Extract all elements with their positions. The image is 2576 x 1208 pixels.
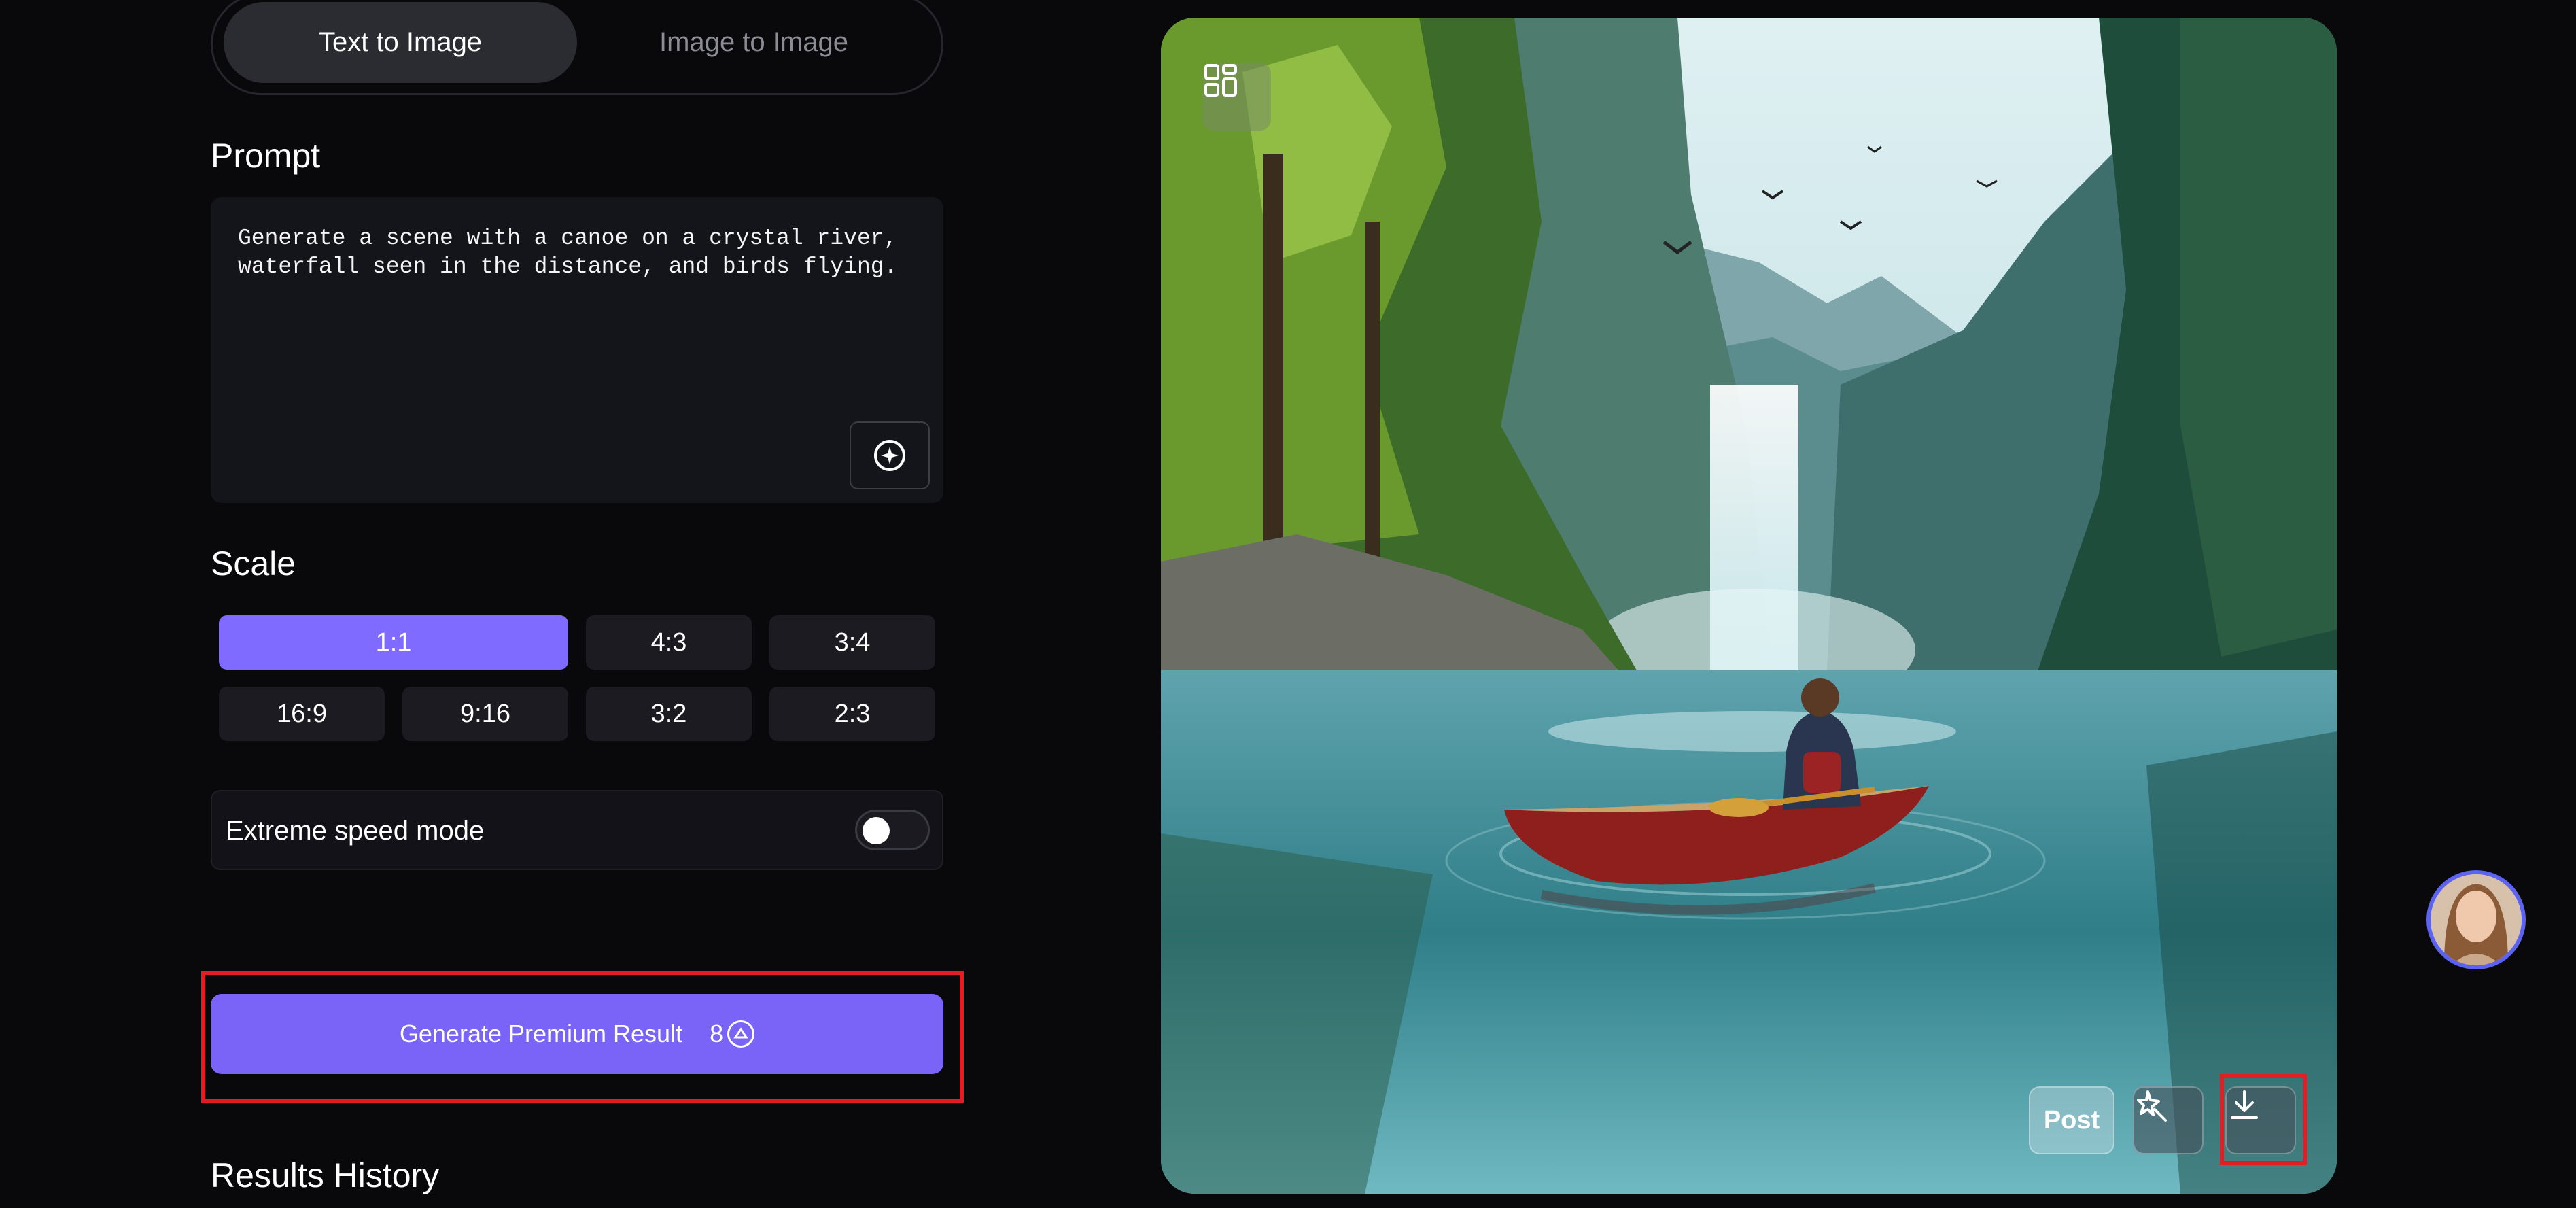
speed-mode-row: Extreme speed mode <box>211 790 943 870</box>
magic-wand-icon <box>2137 1090 2167 1122</box>
prompt-label: Prompt <box>211 137 321 175</box>
generate-premium-button[interactable]: Generate Premium Result 8 <box>211 994 943 1074</box>
scale-option-4-3[interactable]: 4:3 <box>586 615 752 670</box>
scale-option-3-2[interactable]: 3:2 <box>586 687 752 741</box>
scale-option-16-9[interactable]: 16:9 <box>219 687 385 741</box>
enhance-image-button[interactable] <box>2133 1086 2204 1154</box>
credit-coin-icon <box>727 1020 755 1048</box>
prompt-input[interactable]: Generate a scene with a canoe on a cryst… <box>211 197 943 503</box>
enhance-prompt-button[interactable] <box>850 421 930 489</box>
speed-mode-toggle[interactable] <box>855 810 930 850</box>
toggle-knob <box>863 817 890 844</box>
mode-tabs: Text to Image Image to Image <box>211 0 943 95</box>
avatar-portrait <box>2431 874 2522 965</box>
scale-label: Scale <box>211 545 296 583</box>
layout-toggle-button[interactable] <box>1203 63 1271 131</box>
avatar[interactable] <box>2426 870 2526 969</box>
results-history-heading: Results History <box>211 1156 440 1194</box>
credit-cost-value: 8 <box>710 1020 724 1048</box>
canoe-scene-illustration <box>1161 18 2337 1194</box>
scale-option-1-1[interactable]: 1:1 <box>219 615 568 670</box>
generated-image: Post <box>1161 18 2337 1194</box>
scale-option-2-3[interactable]: 2:3 <box>769 687 935 741</box>
scale-option-9-16[interactable]: 9:16 <box>402 687 568 741</box>
generate-label: Generate Premium Result <box>399 1020 683 1048</box>
scale-option-3-4[interactable]: 3:4 <box>769 615 935 670</box>
credit-cost: 8 <box>710 1020 755 1048</box>
sparkle-icon <box>874 440 905 471</box>
speed-mode-label: Extreme speed mode <box>226 816 485 846</box>
grid-layout-icon <box>1204 64 1237 97</box>
download-highlight-box <box>2220 1074 2307 1165</box>
tab-image-to-image[interactable]: Image to Image <box>577 2 930 83</box>
post-button[interactable]: Post <box>2029 1086 2114 1154</box>
prompt-text[interactable]: Generate a scene with a canoe on a cryst… <box>238 224 918 281</box>
tab-text-to-image[interactable]: Text to Image <box>224 2 577 83</box>
